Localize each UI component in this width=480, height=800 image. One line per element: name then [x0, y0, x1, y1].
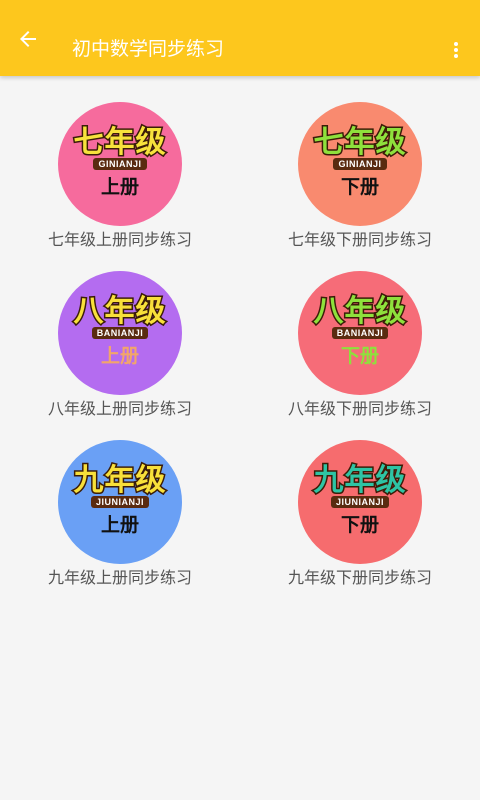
badge-pinyin-text: JIUNIANJI — [330, 496, 389, 508]
grade-badge: 七年级 GINIANJI 下册 — [298, 102, 422, 226]
grade-badge: 八年级 BANIANJI 下册 — [298, 271, 422, 395]
tile-label: 八年级下册同步练习 — [287, 399, 432, 418]
tile-label: 九年级上册同步练习 — [47, 568, 192, 587]
badge-grade-text: 八年级 — [72, 293, 167, 330]
page-title: 初中数学同步练习 — [72, 38, 225, 60]
tile-label: 九年级下册同步练习 — [287, 568, 432, 587]
badge-grade-text: 八年级 — [312, 293, 407, 330]
badge-grade-text: 七年级 — [312, 124, 407, 161]
badge-grade-text: 七年级 — [72, 124, 167, 161]
tile-label: 七年级下册同步练习 — [287, 230, 432, 249]
badge-volume-text: 下册 — [340, 514, 379, 536]
tile-grade7-vol2[interactable]: 七年级 GINIANJI 下册 七年级下册同步练习 — [240, 102, 480, 262]
back-button[interactable] — [12, 25, 44, 53]
badge-grade-text: 九年级 — [72, 462, 167, 499]
tile-grade7-vol1[interactable]: 七年级 GINIANJI 上册 七年级上册同步练习 — [0, 102, 240, 262]
badge-volume-text: 下册 — [340, 345, 379, 367]
arrow-back-icon — [20, 31, 36, 47]
more-vert-icon — [454, 42, 458, 58]
app-bar: 初中数学同步练习 — [0, 0, 480, 76]
grade-badge: 七年级 GINIANJI 上册 — [58, 102, 182, 226]
badge-pinyin-text: BANIANJI — [91, 327, 149, 339]
grade-badge: 八年级 BANIANJI 上册 — [58, 271, 182, 395]
badge-volume-text: 上册 — [100, 514, 139, 536]
grade-badge: 九年级 JIUNIANJI 下册 — [298, 440, 422, 564]
tile-label: 七年级上册同步练习 — [47, 230, 192, 249]
badge-pinyin-text: JIUNIANJI — [90, 496, 149, 508]
badge-volume-text: 上册 — [100, 176, 139, 198]
badge-volume-text: 上册 — [100, 345, 139, 367]
badge-pinyin-text: GINIANJI — [93, 158, 147, 170]
tile-grade8-vol2[interactable]: 八年级 BANIANJI 下册 八年级下册同步练习 — [240, 271, 480, 431]
tile-label: 八年级上册同步练习 — [47, 399, 192, 418]
badge-pinyin-text: GINIANJI — [333, 158, 387, 170]
more-options-button[interactable] — [444, 36, 468, 64]
grade-badge: 九年级 JIUNIANJI 上册 — [58, 440, 182, 564]
badge-pinyin-text: BANIANJI — [331, 327, 389, 339]
tile-grade9-vol1[interactable]: 九年级 JIUNIANJI 上册 九年级上册同步练习 — [0, 440, 240, 600]
tile-grade9-vol2[interactable]: 九年级 JIUNIANJI 下册 九年级下册同步练习 — [240, 440, 480, 600]
tile-grade8-vol1[interactable]: 八年级 BANIANJI 上册 八年级上册同步练习 — [0, 271, 240, 431]
badge-grade-text: 九年级 — [312, 462, 407, 499]
badge-volume-text: 下册 — [340, 176, 379, 198]
